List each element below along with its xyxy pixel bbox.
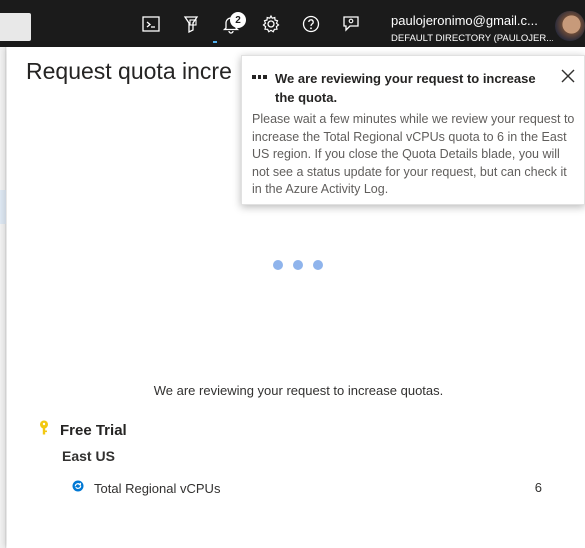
notification-title: We are reviewing your request to increas…	[275, 71, 536, 105]
in-progress-icon	[252, 75, 267, 79]
loading-dot	[273, 260, 283, 270]
loading-indicator	[273, 260, 323, 270]
key-icon	[38, 420, 50, 441]
close-icon[interactable]	[560, 68, 576, 84]
settings-icon[interactable]	[260, 13, 282, 35]
account-email: paulojeronimo@gmail.c...	[391, 13, 538, 28]
loading-dot	[313, 260, 323, 270]
region-name: East US	[62, 448, 115, 464]
review-status-message: We are reviewing your request to increas…	[153, 383, 444, 398]
quota-value: 6	[534, 480, 542, 495]
subscription-header: Free Trial	[38, 420, 127, 441]
quota-name: Total Regional vCPUs	[94, 480, 221, 496]
directory-filter-icon[interactable]	[180, 13, 202, 35]
previous-blade-selected-row	[0, 190, 6, 224]
cloud-shell-icon[interactable]	[140, 13, 162, 35]
loading-dot	[293, 260, 303, 270]
notification-body: Please wait a few minutes while we revie…	[252, 112, 575, 196]
page-title: Request quota incre	[26, 58, 232, 84]
notification-count-badge: 2	[230, 12, 246, 28]
previous-blade-strip	[0, 47, 6, 548]
subscription-name: Free Trial	[60, 422, 127, 439]
help-icon[interactable]	[300, 13, 322, 35]
quota-row: Total Regional vCPUs 6	[72, 480, 552, 496]
global-search-box[interactable]	[0, 13, 31, 41]
feedback-icon[interactable]	[340, 13, 362, 35]
notifications-active-indicator	[213, 41, 217, 43]
avatar[interactable]	[555, 11, 585, 41]
account-directory: DEFAULT DIRECTORY (PAULOJER...	[391, 33, 553, 44]
refresh-icon	[72, 479, 84, 497]
account-info[interactable]: paulojeronimo@gmail.c... DEFAULT DIRECTO…	[391, 13, 553, 45]
top-navigation-bar: 2 paulojeronimo@gmail.c... DEFAULT DIREC…	[0, 0, 585, 47]
notification-toast[interactable]: We are reviewing your request to increas…	[241, 55, 585, 205]
